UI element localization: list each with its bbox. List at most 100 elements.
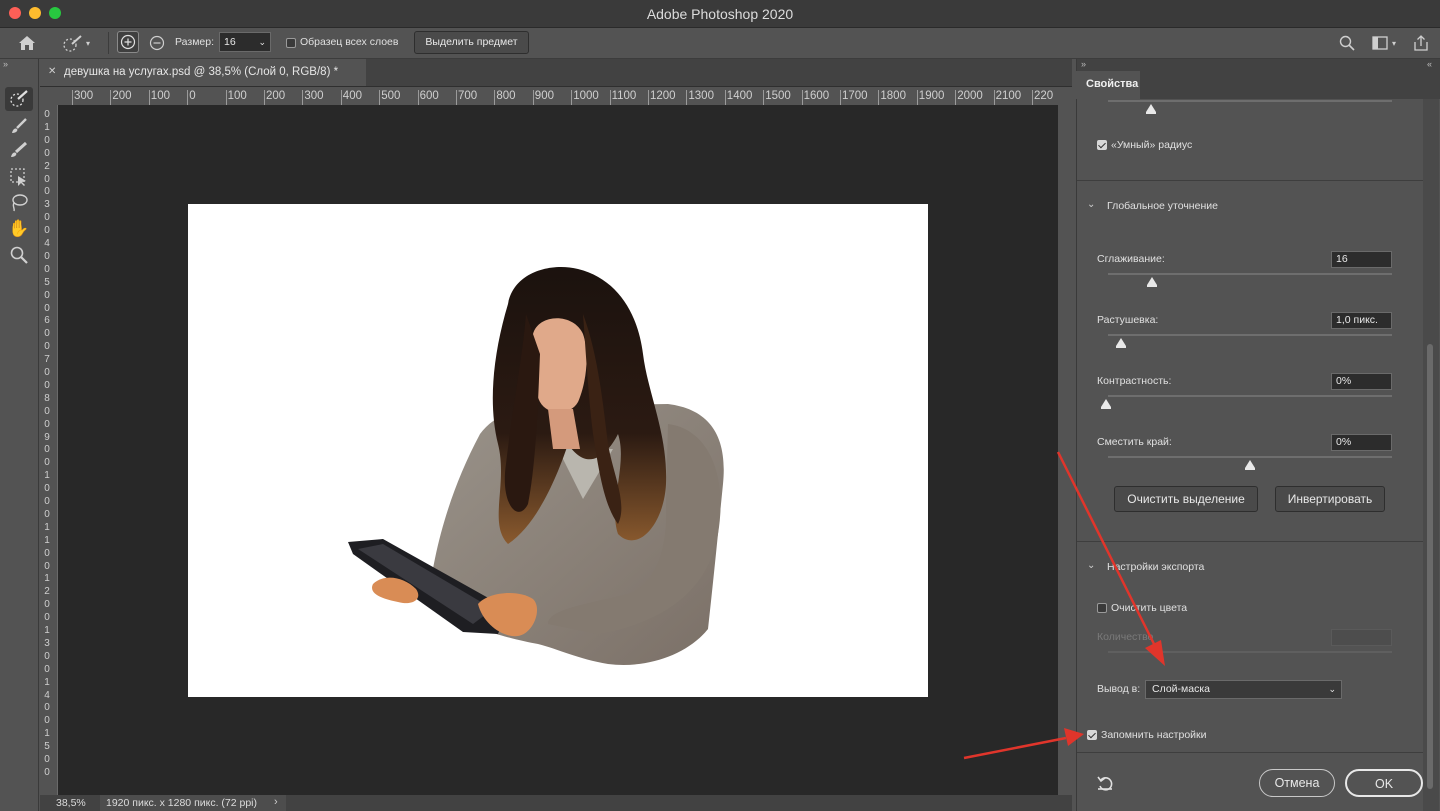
ruler-tick-label: 3	[44, 199, 50, 211]
select-subject-button[interactable]: Выделить предмет	[414, 31, 529, 54]
feather-field[interactable]: 1,0 пикс.	[1331, 312, 1392, 329]
ruler-tick	[187, 90, 189, 105]
zoom-icon	[10, 246, 28, 264]
zoom-level[interactable]: 38,5%	[56, 797, 86, 809]
ruler-tick	[686, 90, 688, 105]
ruler-tick	[571, 90, 573, 105]
ruler-tick-label: 1	[44, 521, 50, 533]
smooth-slider-track[interactable]	[1108, 273, 1392, 275]
quick-selection-tool[interactable]	[5, 87, 33, 111]
ruler-tick-label: 0	[44, 702, 50, 714]
remember-settings-checkbox[interactable]	[1087, 730, 1097, 740]
quick-selection-icon	[10, 90, 28, 107]
clear-selection-button[interactable]: Очистить выделение	[1114, 486, 1258, 512]
chevron-down-icon: ⌄	[1328, 684, 1336, 694]
ruler-tick-label: 1	[44, 728, 50, 740]
hand-tool[interactable]: ✋	[5, 217, 33, 241]
amount-label: Количество	[1097, 631, 1154, 643]
invert-button[interactable]: Инвертировать	[1275, 486, 1385, 512]
ruler-tick-label: 2000	[957, 90, 983, 102]
home-icon	[19, 36, 35, 50]
ok-button[interactable]: OK	[1345, 769, 1423, 797]
collapse-panel-icon[interactable]: »	[1081, 59, 1086, 69]
subtract-from-selection-button[interactable]	[146, 32, 168, 54]
feather-slider-track[interactable]	[1108, 334, 1392, 336]
ruler-tick-label: 1	[44, 470, 50, 482]
ruler-tick-label: 0	[44, 250, 50, 262]
search-button[interactable]	[1336, 32, 1358, 54]
ruler-tick	[993, 90, 995, 105]
radius-slider-thumb[interactable]	[1146, 104, 1156, 114]
document-info-box[interactable]: 1920 пикс. x 1280 пикс. (72 ppi) ›	[100, 795, 286, 811]
chevron-down-icon[interactable]: ⌄	[1087, 560, 1095, 571]
shift-edge-slider-thumb[interactable]	[1245, 460, 1255, 470]
add-to-selection-button[interactable]	[117, 31, 139, 53]
output-to-select[interactable]: Слой-маска ⌄	[1145, 680, 1342, 699]
tab-properties[interactable]: Свойства	[1076, 71, 1140, 99]
ruler-tick-label: 1300	[688, 90, 714, 102]
ruler-tick-label: 1	[44, 625, 50, 636]
size-field[interactable]: 16 ⌄	[219, 32, 271, 52]
feather-slider-thumb[interactable]	[1116, 338, 1126, 348]
ruler-tick-label: 800	[496, 90, 516, 102]
panel-scrollbar-thumb[interactable]	[1427, 344, 1433, 789]
home-button[interactable]	[14, 32, 40, 54]
tool-preset-picker[interactable]: ▾	[56, 32, 96, 54]
decontaminate-colors-label: Очистить цвета	[1111, 602, 1188, 614]
ruler-tick-label: 2100	[995, 90, 1022, 102]
radius-slider-track[interactable]	[1108, 100, 1392, 102]
ruler-tick-label: 5	[44, 276, 50, 288]
expand-panel-icon[interactable]: «	[1427, 59, 1432, 69]
ruler-tick-label: 0	[44, 225, 50, 237]
smart-radius-checkbox[interactable]	[1097, 140, 1107, 150]
smooth-label: Сглаживание:	[1097, 253, 1165, 265]
ruler-tick	[1032, 90, 1033, 105]
brush-icon	[11, 141, 28, 157]
ruler-tick	[609, 90, 611, 105]
cancel-button[interactable]: Отмена	[1259, 769, 1335, 797]
global-refine-header[interactable]: Глобальное уточнение	[1107, 200, 1218, 212]
ruler-tick-label: 1200	[650, 90, 676, 102]
size-value: 16	[224, 36, 236, 48]
object-selection-tool[interactable]	[5, 165, 33, 189]
shift-edge-slider-track[interactable]	[1108, 456, 1392, 458]
horizontal-ruler[interactable]: 300 200 100 0 100 200 300 400 500 600 700 800 900 100…	[58, 88, 1058, 106]
ruler-tick	[532, 90, 534, 105]
lasso-tool[interactable]	[5, 191, 33, 215]
ruler-tick	[955, 90, 957, 105]
ruler-tick-label: 1600	[803, 90, 830, 102]
vertical-ruler[interactable]: 0100200300400500600700800900100011001200…	[40, 105, 58, 795]
brush-tool[interactable]	[5, 139, 33, 163]
workspace-switcher[interactable]: ▾	[1366, 32, 1402, 54]
workspace-icon	[1372, 36, 1388, 50]
contrast-field[interactable]: 0%	[1331, 373, 1392, 390]
ruler-tick-label: 9	[44, 431, 50, 443]
export-settings-header[interactable]: Настройки экспорта	[1107, 561, 1204, 573]
panel-scroll-track[interactable]	[1423, 99, 1439, 811]
ruler-tick-label: 300	[304, 90, 324, 102]
document-tab[interactable]: ✕ девушка на услугах.psd @ 38,5% (Слой 0…	[40, 59, 366, 86]
ruler-tick-label: 700	[458, 90, 478, 102]
smooth-slider-thumb[interactable]	[1147, 277, 1157, 287]
contrast-slider-track[interactable]	[1108, 395, 1392, 397]
contrast-slider-thumb[interactable]	[1101, 399, 1111, 409]
ruler-tick-label: 100	[227, 90, 247, 102]
ruler-tick-label: 7	[44, 354, 50, 366]
section-divider	[1077, 180, 1423, 181]
sample-all-layers-checkbox[interactable]	[286, 38, 296, 48]
divider	[108, 32, 109, 54]
zoom-tool[interactable]	[5, 243, 33, 267]
collapse-toolbar-icon[interactable]: »	[3, 59, 8, 69]
decontaminate-colors-checkbox[interactable]	[1097, 603, 1107, 613]
ruler-tick-label: 8	[44, 392, 50, 404]
share-button[interactable]	[1410, 32, 1432, 54]
refine-edge-brush-tool[interactable]	[5, 114, 33, 138]
document-canvas[interactable]	[188, 204, 928, 697]
output-to-label: Вывод в:	[1097, 683, 1141, 695]
smooth-field[interactable]: 16	[1331, 251, 1392, 268]
ruler-tick-label: 4	[44, 238, 50, 249]
shift-edge-field[interactable]: 0%	[1331, 434, 1392, 451]
chevron-down-icon[interactable]: ⌄	[1087, 199, 1095, 210]
close-tab-icon[interactable]: ✕	[48, 66, 56, 77]
reset-button[interactable]	[1096, 774, 1116, 792]
